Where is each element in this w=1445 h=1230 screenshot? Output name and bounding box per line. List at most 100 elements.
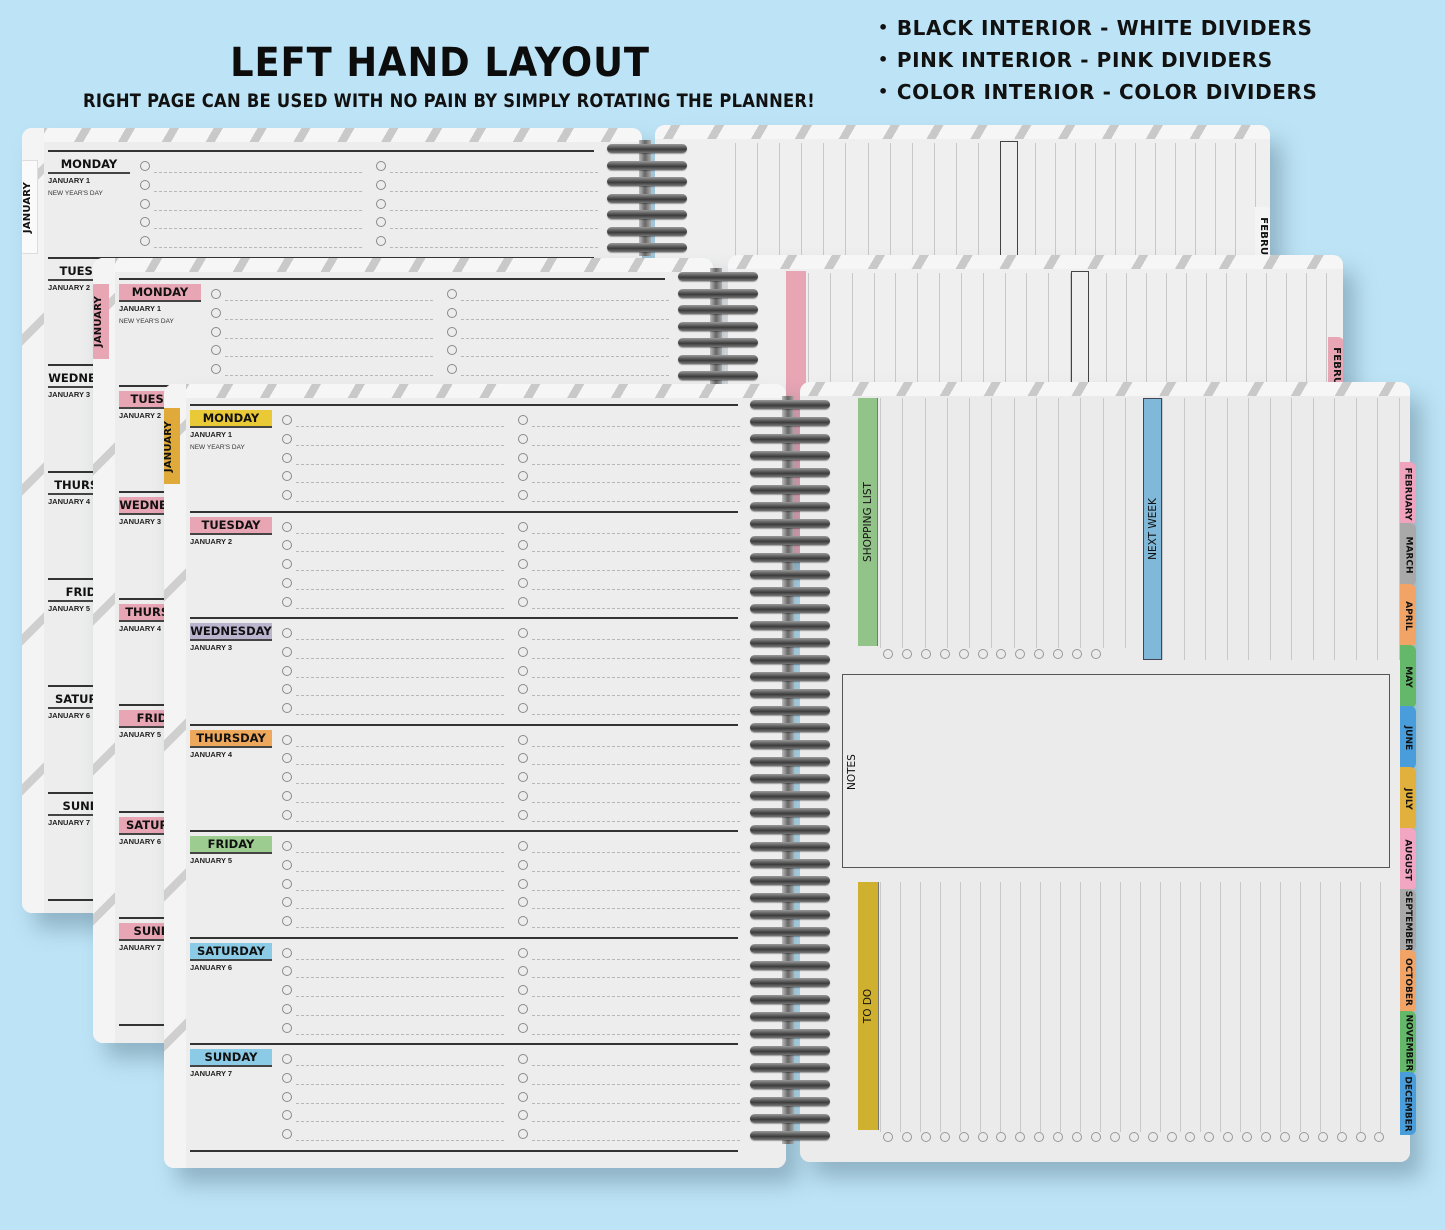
task-row[interactable] [282,558,504,577]
task-line[interactable] [296,745,504,747]
task-row[interactable] [518,878,740,897]
task-line[interactable] [296,1140,504,1142]
checkbox-circle[interactable] [1242,1132,1253,1142]
task-line[interactable] [296,1065,504,1066]
task-line[interactable] [154,190,362,192]
task-line[interactable] [296,570,504,572]
month-tab-august[interactable]: AUGUST [1400,828,1416,891]
task-row[interactable] [518,596,740,615]
checkbox-circle[interactable] [282,559,292,570]
task-row[interactable] [282,539,504,558]
task-line[interactable] [390,190,598,192]
checkbox-circle[interactable] [518,1110,528,1121]
checkbox-circle[interactable] [518,734,528,745]
task-line[interactable] [296,996,504,998]
task-row[interactable] [282,896,504,915]
writing-line[interactable] [1260,882,1261,1132]
checkbox-circle[interactable] [282,897,292,908]
task-row[interactable] [282,859,504,878]
task-line[interactable] [296,889,504,891]
checkbox-circle[interactable] [518,985,528,996]
checkbox-circle[interactable] [282,452,292,463]
writing-line[interactable] [924,398,926,648]
task-line[interactable] [532,639,740,640]
task-row[interactable] [447,344,669,363]
task-row[interactable] [282,596,504,615]
checkbox-circle[interactable] [518,841,528,851]
writing-line[interactable] [1125,398,1126,648]
task-line[interactable] [225,337,433,339]
checkbox-circle[interactable] [1374,1132,1385,1142]
task-line[interactable] [532,1033,740,1035]
task-line[interactable] [154,228,362,230]
task-line[interactable] [296,908,504,910]
checkbox-circle[interactable] [1109,1132,1120,1142]
checkbox-circle[interactable] [282,1022,292,1033]
task-line[interactable] [296,695,504,697]
task-line[interactable] [296,1083,504,1085]
task-row[interactable] [211,307,433,326]
task-row[interactable] [518,646,740,665]
task-line[interactable] [296,426,504,427]
month-tab-december[interactable]: DECEMBER [1400,1072,1416,1135]
checkbox-circle[interactable] [518,878,528,889]
task-row[interactable] [282,734,504,753]
task-line[interactable] [532,996,740,998]
task-row[interactable] [518,840,740,859]
task-row[interactable] [518,558,740,577]
checkbox-circle[interactable] [282,471,292,482]
checkbox-circle[interactable] [1261,1132,1271,1142]
checkbox-circle[interactable] [518,1129,528,1140]
task-row[interactable] [447,363,669,382]
checkbox-circle[interactable] [518,1091,528,1102]
task-line[interactable] [390,228,598,230]
task-line[interactable] [461,337,669,339]
checkbox-circle[interactable] [1298,1132,1309,1142]
task-row[interactable] [140,216,362,235]
task-line[interactable] [532,977,740,979]
writing-line[interactable] [1180,882,1181,1132]
task-line[interactable] [296,1014,504,1016]
task-line[interactable] [461,356,669,358]
task-line[interactable] [532,958,740,960]
checkbox-circle[interactable] [518,490,528,501]
writing-line[interactable] [1248,398,1250,660]
checkbox-circle[interactable] [518,646,528,657]
task-line[interactable] [296,676,504,678]
checkbox-circle[interactable] [883,649,893,659]
checkbox-circle[interactable] [282,1054,292,1064]
checkbox-circle[interactable] [1147,1132,1158,1142]
checkbox-circle[interactable] [282,665,292,676]
task-row[interactable] [282,947,504,966]
task-line[interactable] [532,426,740,427]
month-tab-march[interactable]: MARCH [1400,523,1416,586]
checkbox-circle[interactable] [1034,649,1045,659]
writing-line[interactable] [991,398,993,648]
writing-line[interactable] [1226,398,1228,660]
writing-line[interactable] [946,398,948,648]
task-line[interactable] [532,695,740,697]
checkbox-circle[interactable] [282,809,292,820]
writing-line[interactable] [1040,882,1041,1132]
task-line[interactable] [532,801,740,803]
checkbox-circle[interactable] [282,859,292,870]
task-row[interactable] [518,984,740,1003]
checkbox-circle[interactable] [282,947,292,958]
task-line[interactable] [532,764,740,766]
task-row[interactable] [518,577,740,596]
checkbox-circle[interactable] [518,947,528,958]
writing-line[interactable] [1162,398,1163,660]
task-line[interactable] [461,318,669,320]
checkbox-circle[interactable] [282,1072,292,1083]
writing-line[interactable] [1080,882,1081,1132]
task-row[interactable] [518,627,740,646]
task-row[interactable] [140,235,362,254]
task-row[interactable] [282,577,504,596]
task-line[interactable] [532,444,740,446]
task-line[interactable] [532,463,740,465]
task-row[interactable] [518,665,740,684]
task-row[interactable] [282,665,504,684]
checkbox-circle[interactable] [518,966,528,977]
task-line[interactable] [296,1121,504,1123]
checkbox-circle[interactable] [518,1072,528,1083]
